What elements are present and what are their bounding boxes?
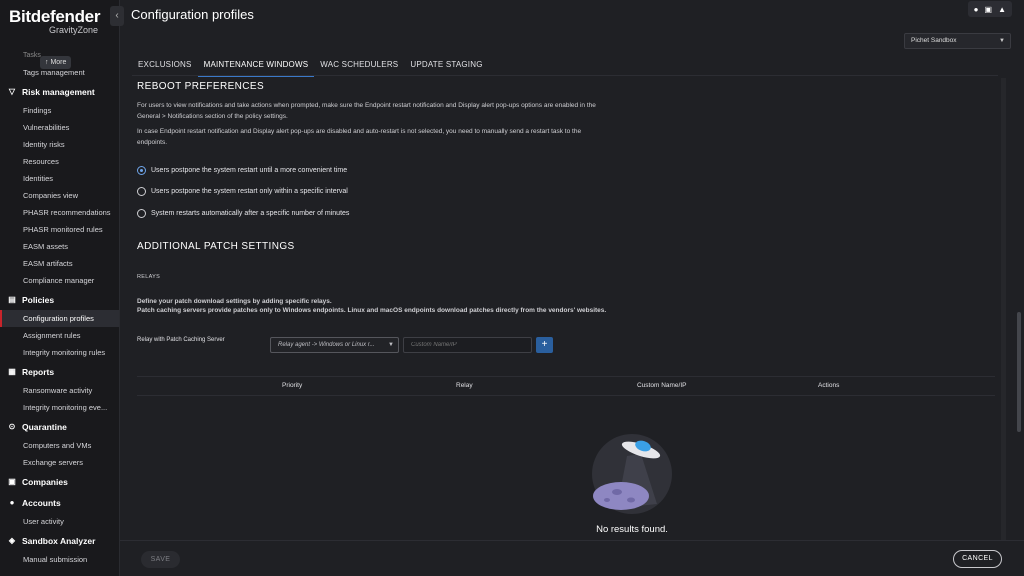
sidebar-cut-item[interactable]: Tasks — [23, 52, 41, 59]
footer-bar: SAVE CANCEL — [120, 540, 1024, 576]
sidebar-group-label: Accounts — [22, 498, 61, 508]
sidebar-group-companies[interactable]: ▣ Companies — [0, 472, 119, 492]
tab-bar: EXCLUSIONS MAINTENANCE WINDOWS WAC SCHED… — [132, 57, 489, 77]
sidebar-item-integrity-monitoring-rules[interactable]: Integrity monitoring rules — [0, 344, 119, 361]
sidebar-item-easm-assets[interactable]: EASM assets — [0, 238, 119, 255]
risk-icon: ▽ — [8, 87, 16, 96]
tab-maintenance-windows[interactable]: MAINTENANCE WINDOWS — [197, 57, 315, 77]
sidebar-group-label: Reports — [22, 367, 55, 377]
sidebar-item-manual-submission[interactable]: Manual submission — [0, 551, 119, 568]
brand-logo[interactable]: Bitdefender GravityZone — [0, 0, 119, 48]
sidebar-group-label: Sandbox Analyzer — [22, 536, 96, 546]
sidebar-item-identities[interactable]: Identities — [0, 170, 119, 187]
companies-icon: ▣ — [8, 477, 16, 486]
page-title: Configuration profiles — [131, 7, 254, 22]
sidebar-item-compliance-manager[interactable]: Compliance manager — [0, 272, 119, 289]
sidebar-group-label: Risk management — [22, 87, 95, 97]
sidebar-group-label: Companies — [22, 477, 68, 487]
relays-label: RELAYS — [137, 274, 161, 280]
sidebar-group-sandbox-analyzer[interactable]: ◈ Sandbox Analyzer — [0, 531, 119, 551]
custom-name-input[interactable] — [403, 337, 532, 353]
accounts-icon: ● — [9, 498, 15, 507]
sidebar-item-computers-and-vms[interactable]: Computers and VMs — [0, 437, 119, 454]
radio-label: Users postpone the system restart only w… — [151, 188, 348, 195]
policies-icon: ▤ — [8, 295, 16, 304]
sidebar-item-phasr-monitored-rules[interactable]: PHASR monitored rules — [0, 221, 119, 238]
sidebar-group-quarantine[interactable]: ⊙ Quarantine — [0, 417, 119, 437]
sidebar-item-identity-risks[interactable]: Identity risks — [0, 136, 119, 153]
sidebar-item-configuration-profiles[interactable]: Configuration profiles — [0, 310, 119, 327]
sidebar-item-vulnerabilities[interactable]: Vulnerabilities — [0, 119, 119, 136]
sidebar-item-findings[interactable]: Findings — [0, 102, 119, 119]
sidebar-nav: Tags management ▽ Risk management Findings V… — [0, 64, 119, 568]
sidebar: Bitdefender GravityZone Tasks ↑ More Tag… — [0, 0, 120, 576]
relay-select-value: Relay agent -> Windows or Linux r... — [278, 342, 375, 348]
tab-update-staging[interactable]: UPDATE STAGING — [404, 57, 488, 77]
sidebar-item-resources[interactable]: Resources — [0, 153, 119, 170]
quarantine-icon: ⊙ — [8, 422, 16, 431]
user-icon[interactable]: ● — [974, 5, 979, 14]
chevron-down-icon: ▼ — [999, 38, 1005, 44]
reports-icon: ▦ — [8, 367, 16, 376]
sidebar-group-reports[interactable]: ▦ Reports — [0, 362, 119, 382]
sidebar-item-assignment-rules[interactable]: Assignment rules — [0, 327, 119, 344]
relay-select[interactable]: Relay agent -> Windows or Linux r... ▼ — [270, 337, 399, 353]
content-scrollbar[interactable] — [1001, 78, 1006, 542]
empty-state-text: No results found. — [596, 524, 668, 535]
tab-exclusions[interactable]: EXCLUSIONS — [132, 57, 198, 77]
brand-product: GravityZone — [49, 25, 99, 35]
company-selector-value: Pichet Sandbox — [911, 37, 957, 44]
brand-name: Bitdefender — [9, 7, 101, 26]
radio-label: Users postpone the system restart until … — [151, 167, 348, 174]
header: Configuration profiles ● ▣ ▲ — [120, 0, 1024, 32]
collapse-sidebar-button[interactable]: ‹ — [110, 6, 124, 26]
sidebar-group-risk-management[interactable]: ▽ Risk management — [0, 82, 119, 102]
radio-option-interval[interactable]: Users postpone the system restart only w… — [137, 187, 348, 196]
cancel-button[interactable]: CANCEL — [953, 550, 1002, 568]
sidebar-item-ransomware-activity[interactable]: Ransomware activity — [0, 382, 119, 399]
radio-button[interactable] — [137, 187, 146, 196]
sidebar-item-tags-management[interactable]: Tags management — [0, 64, 119, 81]
save-button[interactable]: SAVE — [141, 551, 180, 568]
top-icons-group: ● ▣ ▲ — [967, 1, 1012, 17]
radio-button[interactable] — [137, 166, 146, 175]
radio-label: System restarts automatically after a sp… — [151, 210, 350, 217]
column-relay[interactable]: Relay — [456, 382, 473, 389]
sidebar-item-user-activity[interactable]: User activity — [0, 513, 119, 530]
company-selector[interactable]: Pichet Sandbox ▼ — [904, 33, 1011, 49]
empty-state-illustration — [592, 434, 672, 514]
sidebar-group-accounts[interactable]: ● Accounts — [0, 493, 119, 513]
tab-wac-schedulers[interactable]: WAC SCHEDULERS — [314, 57, 404, 77]
relays-table-header: Priority Relay Custom Name/IP Actions — [137, 376, 995, 396]
column-actions: Actions — [818, 382, 840, 389]
gift-icon[interactable]: ▣ — [985, 5, 993, 14]
add-relay-button[interactable]: + — [536, 337, 553, 353]
relay-field-label: Relay with Patch Caching Server — [137, 337, 225, 343]
patch-settings-title: ADDITIONAL PATCH SETTINGS — [137, 241, 295, 252]
radio-button[interactable] — [137, 209, 146, 218]
reboot-warning-text: In case Endpoint restart notification an… — [137, 128, 582, 146]
sidebar-item-easm-artifacts[interactable]: EASM artifacts — [0, 255, 119, 272]
column-custom-name-ip[interactable]: Custom Name/IP — [637, 382, 687, 389]
reboot-info-text: For users to view notifications and take… — [137, 102, 596, 120]
sidebar-group-label: Policies — [22, 295, 55, 305]
chevron-down-icon: ▼ — [388, 342, 394, 348]
sidebar-item-phasr-recommendations[interactable]: PHASR recommendations — [0, 204, 119, 221]
reboot-preferences-title: REBOOT PREFERENCES — [137, 81, 265, 92]
column-priority[interactable]: Priority — [282, 382, 302, 389]
sidebar-group-policies[interactable]: ▤ Policies — [0, 290, 119, 310]
radio-option-automatic[interactable]: System restarts automatically after a sp… — [137, 209, 349, 218]
sidebar-item-integrity-monitoring-eve[interactable]: Integrity monitoring eve... — [0, 399, 119, 416]
sidebar-group-label: Quarantine — [22, 422, 67, 432]
radio-option-convenient[interactable]: Users postpone the system restart until … — [137, 166, 347, 175]
sidebar-item-exchange-servers[interactable]: Exchange servers — [0, 454, 119, 471]
relays-desc-2: Patch caching servers provide patches on… — [137, 307, 607, 314]
bell-icon[interactable]: ▲ — [998, 5, 1006, 14]
sandbox-icon: ◈ — [8, 536, 16, 545]
main-content: REBOOT PREFERENCES For users to view not… — [132, 76, 998, 540]
sidebar-item-companies-view[interactable]: Companies view — [0, 187, 119, 204]
page-scrollbar-thumb[interactable] — [1017, 312, 1021, 432]
